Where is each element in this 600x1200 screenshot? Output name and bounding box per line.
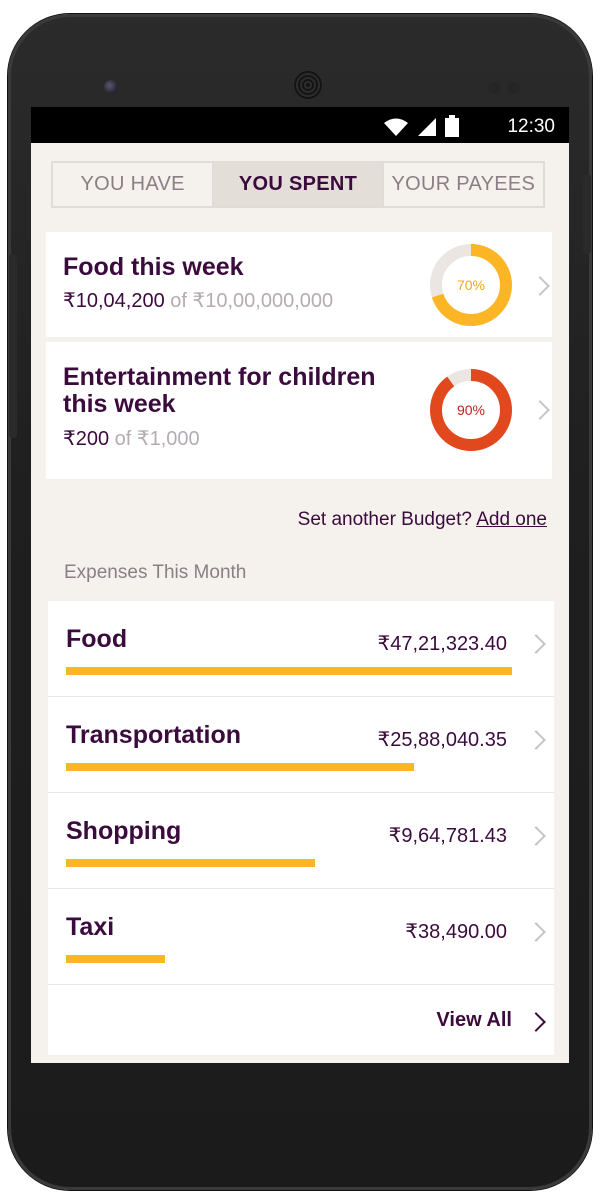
expense-amount: ₹47,21,323.40 <box>377 633 507 655</box>
status-bar: 12:30 <box>31 107 569 143</box>
expense-bar-track <box>66 859 512 867</box>
tab-your-payees[interactable]: YOUR PAYEES <box>381 163 543 206</box>
clock: 12:30 <box>507 116 555 137</box>
chevron-right-icon <box>526 730 546 750</box>
budget-card-entertainment[interactable]: Entertainment for children this week ₹20… <box>46 342 552 479</box>
expense-bar-track <box>66 955 512 963</box>
tab-you-have[interactable]: YOU HAVE <box>53 163 212 206</box>
budget-title: Food this week <box>63 253 244 281</box>
expense-name: Shopping <box>66 817 182 845</box>
front-camera <box>104 80 118 94</box>
budget-limit: ₹10,00,000,000 <box>192 290 334 312</box>
budget-percent-label: 70% <box>457 277 485 293</box>
chevron-right-icon <box>526 634 546 654</box>
budget-spent: ₹200 <box>63 428 110 450</box>
budget-progress-donut: 90% <box>430 369 512 451</box>
expenses-section-title: Expenses This Month <box>64 562 247 583</box>
expense-name: Taxi <box>66 913 115 941</box>
earpiece-speaker <box>293 70 323 100</box>
set-another-budget: Set another Budget? Add one <box>298 509 547 531</box>
proximity-sensor <box>488 82 500 94</box>
tab-bar: YOU HAVE YOU SPENT YOUR PAYEES <box>51 161 545 208</box>
expense-bar <box>66 955 165 963</box>
expense-row-taxi[interactable]: Taxi ₹38,490.00 <box>48 889 554 985</box>
expense-amount: ₹9,64,781.43 <box>388 825 507 847</box>
power-button[interactable] <box>583 174 591 254</box>
expense-amount: ₹38,490.00 <box>405 921 507 943</box>
signal-icon <box>418 118 436 136</box>
expense-amount: ₹25,88,040.35 <box>377 729 507 751</box>
set-another-text: Set another Budget? <box>297 509 472 530</box>
budget-card-food[interactable]: Food this week ₹10,04,200 of ₹10,00,000,… <box>46 232 552 337</box>
chevron-right-icon <box>526 922 546 942</box>
expense-bar-track <box>66 667 512 675</box>
budget-spent: ₹10,04,200 <box>63 290 165 312</box>
add-budget-link[interactable]: Add one <box>476 509 547 530</box>
expense-row-food[interactable]: Food ₹47,21,323.40 <box>48 601 554 697</box>
volume-button[interactable] <box>9 254 17 438</box>
budget-of-label: of <box>114 428 132 450</box>
chevron-right-icon <box>526 1012 546 1032</box>
chevron-right-icon <box>530 276 550 296</box>
expenses-list: Food ₹47,21,323.40 Transportation ₹25,88… <box>48 601 554 1055</box>
budget-progress-donut: 70% <box>430 244 512 326</box>
budget-of-label: of <box>170 290 187 312</box>
light-sensor <box>508 82 520 94</box>
chevron-right-icon <box>530 400 550 420</box>
budget-title: Entertainment for children this week <box>63 363 376 418</box>
expense-bar-track <box>66 763 512 771</box>
view-all-button[interactable]: View All <box>48 985 554 1055</box>
chevron-right-icon <box>526 826 546 846</box>
tab-you-spent[interactable]: YOU SPENT <box>212 163 382 206</box>
app-screen: 12:30 YOU HAVE YOU SPENT YOUR PAYEES Foo… <box>31 107 569 1063</box>
battery-icon <box>445 115 459 137</box>
budget-percent-label: 90% <box>457 402 485 418</box>
budget-amounts: ₹200 of ₹1,000 <box>63 426 200 451</box>
expense-row-transportation[interactable]: Transportation ₹25,88,040.35 <box>48 697 554 793</box>
expense-bar <box>66 667 512 675</box>
status-icons <box>383 115 459 137</box>
expense-row-shopping[interactable]: Shopping ₹9,64,781.43 <box>48 793 554 889</box>
expense-bar <box>66 763 414 771</box>
view-all-label: View All <box>436 1009 512 1031</box>
wifi-icon <box>384 118 408 136</box>
expense-bar <box>66 859 315 867</box>
budget-amounts: ₹10,04,200 of ₹10,00,000,000 <box>63 288 333 313</box>
expense-name: Food <box>66 625 128 653</box>
expense-name: Transportation <box>66 721 242 749</box>
budget-limit: ₹1,000 <box>136 428 200 450</box>
